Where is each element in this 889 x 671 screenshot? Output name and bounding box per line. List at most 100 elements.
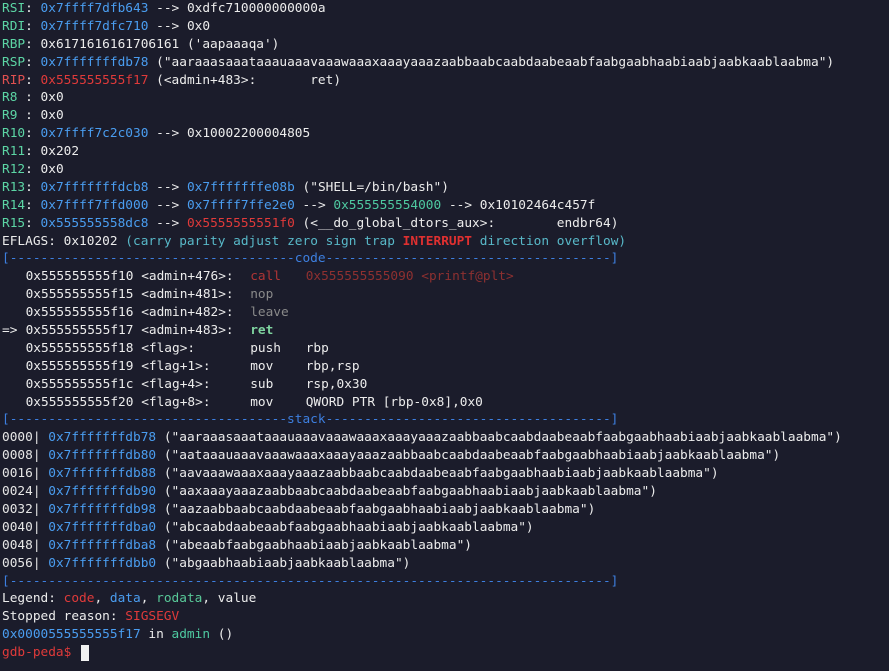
prompt-line[interactable]: gdb-peda$: [2, 644, 889, 662]
instruction-mnemonic: nop: [250, 287, 274, 303]
gdb-prompt: gdb-peda$: [2, 645, 80, 661]
register-name: RSI: [2, 1, 26, 16]
code-line: 0x555555555f18 <flag>: push rbp: [2, 340, 889, 358]
register-value: 0x7fffffffdb78: [40, 54, 149, 70]
code-line: 0x555555555f1c <flag+4>: sub rsp,0x30: [2, 376, 889, 394]
register-name: R13: [2, 179, 26, 195]
instruction-operands: QWORD PTR [rbp-0x8],0x0: [305, 394, 483, 410]
code-listing: 0x555555555f10 <admin+476>: call 0x5555555…: [2, 268, 889, 411]
register-name: RSP: [2, 54, 26, 70]
legend-sep: ,: [94, 591, 110, 607]
location-in: in: [140, 627, 172, 643]
stack-value: ("aavaaawaaaxaaayaaazaabbaabcaabdaabeaab…: [156, 466, 719, 482]
pointer-target: 0x7ffff7ffe2e0: [186, 197, 295, 213]
register-r14: R14: 0x7ffff7ffd000 --> 0x7ffff7ffe2e0 -…: [2, 197, 596, 213]
register-r13: R13: 0x7fffffffdcb8 --> 0x7fffffffe08b (…: [2, 179, 449, 195]
stack-section-header: [------------------------------------sta…: [2, 412, 619, 428]
stack-address: 0x7fffffffdba0: [48, 519, 157, 535]
stack-value: ("aaxaaayaaazaabbaabcaabdaabeaabfaabgaab…: [156, 484, 657, 500]
code-line: 0x555555555f20 <flag+8>: mov QWORD PTR [rb…: [2, 394, 889, 412]
stack-value: ("aazaabbaabcaabdaabeaabfaabgaabhaabiaab…: [156, 501, 596, 517]
stack-offset: 0000|: [2, 430, 41, 446]
register-value: 0x7ffff7c2c030: [40, 126, 149, 142]
location-address: 0x0000555555555f17: [2, 627, 141, 643]
pointer-target: 0x7fffffffe08b: [186, 179, 295, 195]
register-r8: R8 : 0x0: [2, 90, 64, 106]
instruction-symbol: <admin+476>:: [141, 269, 234, 285]
register-r11: R11: 0x202: [2, 144, 80, 160]
eflags-flags-clear-2: direction overflow: [479, 233, 619, 249]
stack-line: 0008| 0x7fffffffdb80 ("aataaauaaavaaawaa…: [2, 447, 889, 465]
register-r9: R9 : 0x0: [2, 108, 64, 124]
register-name: R8: [2, 90, 26, 106]
terminal-window[interactable]: RSI: 0x7ffff7dfb643 --> 0xdfc71000000000…: [0, 0, 889, 671]
register-chain: --> 0x10002200004805: [148, 126, 311, 142]
stack-address: 0x7fffffffdb80: [48, 448, 157, 464]
instruction-address: 0x555555555f18: [25, 340, 134, 356]
instruction-symbol: <admin+481>:: [141, 287, 234, 303]
stack-line: 0032| 0x7fffffffdb98 ("aazaabbaabcaabdaa…: [2, 501, 889, 519]
instruction-address: 0x555555555f16: [25, 305, 134, 321]
code-line: 0x555555555f16 <admin+482>: leave: [2, 304, 889, 322]
stack-offset: 0024|: [2, 484, 41, 500]
stopped-reason-line: Stopped reason: SIGSEGV: [2, 608, 889, 626]
eflags-label: EFLAGS: 0x10202: [2, 233, 118, 249]
legend-sep: ,: [202, 591, 218, 607]
register-chain: (<admin+483>: ret): [148, 72, 342, 88]
legend-label: Legend:: [2, 591, 64, 607]
legend-value: value: [217, 591, 257, 607]
legend-data: data: [109, 591, 141, 607]
stack-line: 0000| 0x7fffffffdb78 ("aaraaasaaataaauaa…: [2, 429, 889, 447]
register-rbp: RBP: 0x6171616161706161 ('aapaaaqa'): [2, 36, 280, 52]
code-line: 0x555555555f15 <admin+481>: nop: [2, 286, 889, 304]
register-value: 0x202: [40, 144, 80, 160]
instruction-mnemonic: leave: [250, 305, 289, 321]
register-name: RDI: [2, 18, 26, 34]
legend-sep: ,: [140, 591, 157, 607]
instruction-mnemonic: push: [250, 340, 282, 356]
register-value: 0x0: [40, 90, 64, 106]
register-value: 0x0: [40, 162, 64, 178]
eflags-line: EFLAGS: 0x10202 (carry parity adjust zer…: [2, 233, 889, 251]
stack-address: 0x7fffffffdb98: [48, 501, 157, 517]
current-instruction-arrow: =>: [2, 323, 26, 339]
register-value: 0x7ffff7ffd000: [40, 197, 149, 213]
stack-address: 0x7fffffffdba8: [48, 537, 157, 553]
register-name: R9: [2, 108, 26, 124]
stack-line: 0048| 0x7fffffffdba8 ("abeaabfaabgaabhaa…: [2, 537, 889, 555]
register-chain: ("SHELL=/bin/bash"): [294, 179, 449, 195]
stack-offset: 0008|: [2, 448, 41, 464]
stack-offset: 0016|: [2, 466, 41, 482]
instruction-mnemonic: mov: [250, 394, 274, 410]
register-rdi: RDI: 0x7ffff7dfc710 --> 0x0: [2, 18, 211, 34]
legend-rodata: rodata: [156, 591, 203, 607]
stack-address: 0x7fffffffdb90: [48, 484, 157, 500]
instruction-address: 0x555555555f10: [25, 269, 134, 285]
instruction-operands: rbp: [305, 340, 329, 356]
register-rsp: RSP: 0x7fffffffdb78 ("aaraaasaaataaauaaa…: [2, 54, 835, 70]
eflags-flag-set: INTERRUPT: [402, 233, 473, 249]
register-rip: RIP: 0x555555555f17 (<admin+483>: ret): [2, 72, 342, 88]
register-name: RBP: [2, 36, 26, 52]
register-name: R12: [2, 162, 26, 178]
stopped-reason-value: SIGSEGV: [125, 609, 180, 625]
register-value: 0x6171616161706161: [40, 36, 180, 52]
code-line: 0x555555555f19 <flag+1>: mov rbp,rsp: [2, 358, 889, 376]
legend-line: Legend: code, data, rodata, value: [2, 590, 889, 608]
text-cursor[interactable]: [81, 644, 90, 661]
register-name: RIP: [2, 72, 26, 88]
instruction-symbol: <flag+4>:: [141, 376, 211, 392]
stack-line: 0040| 0x7fffffffdba0 ("abcaabdaabeaabfaa…: [2, 519, 889, 537]
instruction-address: 0x555555555f17: [25, 323, 134, 339]
instruction-symbol: <flag+8>:: [141, 394, 211, 410]
eflags-flags-clear: carry parity adjust zero sign trap: [133, 233, 395, 249]
instruction-symbol: <flag>:: [141, 340, 196, 356]
register-value: 0x555555558dc8: [40, 215, 149, 231]
register-chain: ('aapaaaqa'): [179, 36, 280, 52]
section-footer-rule: [---------------------------------------…: [2, 573, 619, 589]
register-chain: (<__do_global_dtors_aux>: endbr64): [294, 215, 619, 231]
instruction-address: 0x555555555f15: [25, 287, 134, 303]
instruction-mnemonic: mov: [250, 358, 274, 374]
eflags-close: ): [618, 233, 627, 249]
stack-value: ("abeaabfaabgaabhaabiaabjaabkaablaabma"): [156, 537, 473, 553]
